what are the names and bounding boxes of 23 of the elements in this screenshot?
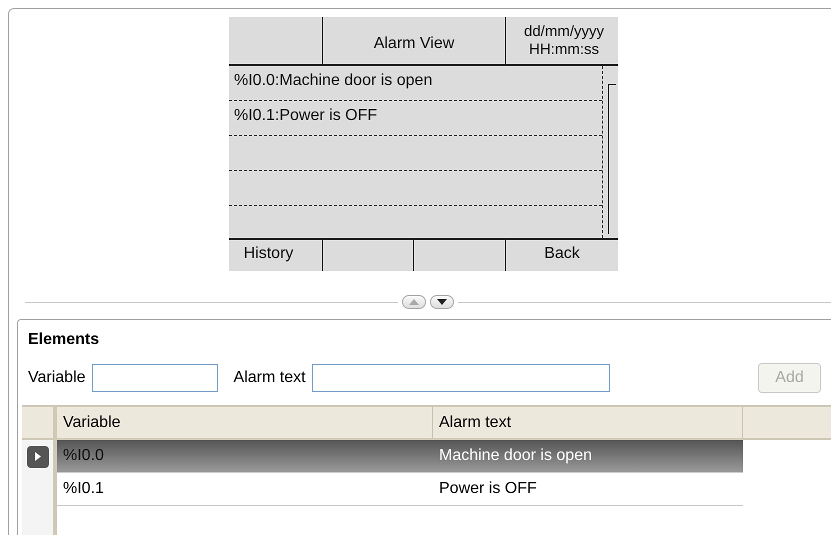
table-cell-text: Power is OFF	[438, 479, 538, 499]
section-title: Elements	[28, 331, 100, 349]
caret-up-icon	[409, 299, 419, 305]
table-cell-text: %I0.0	[62, 446, 105, 466]
row-header[interactable]	[22, 440, 57, 473]
screen-title: Alarm View	[322, 17, 505, 64]
date-time: dd/mm/yyyy HH:mm:ss	[505, 17, 618, 64]
input-field[interactable]	[312, 364, 610, 392]
softkey[interactable]: Back	[505, 240, 618, 271]
field-label: Alarm text	[234, 369, 306, 387]
field-label: Variable	[28, 369, 86, 387]
table-row[interactable]: %I0.1 Power is OFF	[57, 473, 743, 506]
column-header[interactable]: Alarm text	[433, 407, 743, 438]
input-field[interactable]	[92, 364, 218, 392]
column-header[interactable]: Variable	[57, 407, 433, 438]
table-cell-text: Machine door is open	[438, 446, 593, 466]
softkey[interactable]: History	[229, 240, 322, 271]
expand-down-button[interactable]	[430, 295, 454, 309]
caret-down-icon	[437, 299, 447, 305]
alarm-row: %I0.1:Power is OFF	[229, 101, 602, 136]
table-cell-text: %I0.1	[62, 479, 105, 499]
table-row[interactable]: %I0.0 Machine door is open	[57, 440, 743, 473]
alarm-row: %I0.0:Machine door is open	[229, 66, 602, 101]
